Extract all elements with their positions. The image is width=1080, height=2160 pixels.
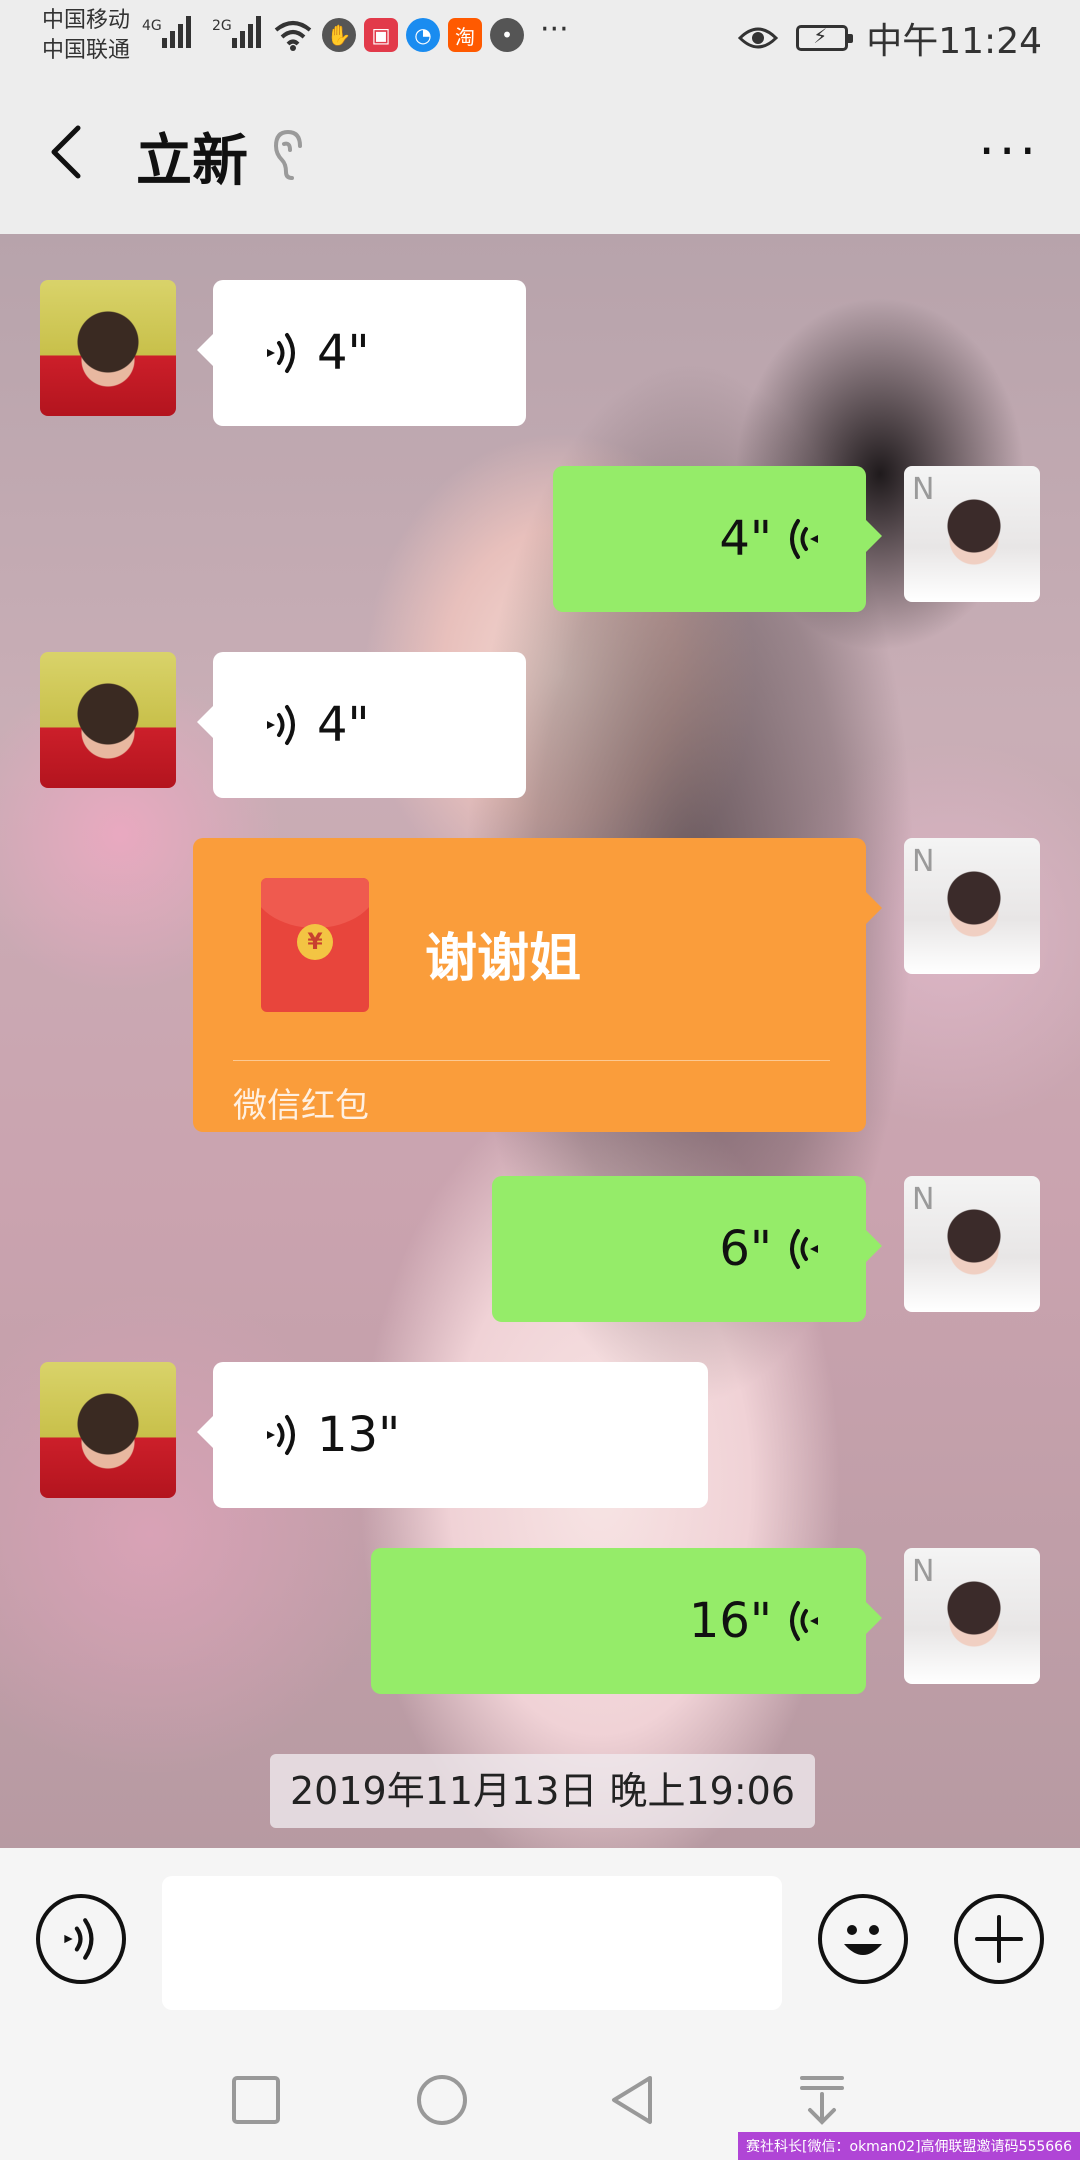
- earpiece-mode-icon: [273, 129, 302, 180]
- more-options-button[interactable]: ···: [978, 126, 1040, 178]
- emoji-button[interactable]: [818, 1894, 908, 1984]
- voice-message[interactable]: 4": [197, 652, 526, 798]
- contact-avatar[interactable]: [40, 1362, 176, 1498]
- voice-input-button[interactable]: [36, 1894, 126, 1984]
- carrier-1: 中国移动: [42, 8, 131, 33]
- chat-area[interactable]: 4" N 4" 4" N ¥ 谢谢姐 微信红包 N 6" 13" N 16" 2…: [0, 234, 1080, 1848]
- voice-icon: [64, 1918, 94, 1960]
- voice-play-icon: [267, 333, 295, 373]
- eye-icon: [738, 27, 779, 49]
- voice-duration: 6": [719, 1221, 772, 1277]
- divider: [233, 1060, 830, 1061]
- self-avatar[interactable]: N: [904, 838, 1040, 974]
- network-type-2: 2G: [212, 18, 232, 34]
- chat-icon: •: [490, 18, 524, 52]
- voice-play-icon: [267, 1415, 295, 1455]
- chat-header: 立新 ···: [0, 72, 1080, 234]
- watermark: 赛社科长[微信：okman02]高佣联盟邀请码555666: [738, 2132, 1080, 2160]
- voice-message[interactable]: 13": [197, 1362, 708, 1508]
- red-packet-message[interactable]: ¥ 谢谢姐 微信红包: [193, 838, 882, 1132]
- signal-icon: [162, 14, 191, 48]
- signal-icon-2: [232, 14, 261, 48]
- red-packet-label: 微信红包: [233, 1086, 369, 1126]
- back-nav-button[interactable]: [604, 2072, 660, 2128]
- voice-duration: 4": [317, 697, 370, 753]
- recent-apps-button[interactable]: [228, 2072, 284, 2128]
- system-nav-bar: 赛社科长[微信：okman02]高佣联盟邀请码555666: [0, 2028, 1080, 2160]
- self-avatar[interactable]: N: [904, 466, 1040, 602]
- browser-icon: ◔: [406, 18, 440, 52]
- self-avatar[interactable]: N: [904, 1548, 1040, 1684]
- voice-duration: 4": [719, 511, 772, 567]
- back-button[interactable]: [40, 122, 100, 182]
- wifi-icon: [274, 21, 312, 51]
- plus-icon: [975, 1915, 1023, 1963]
- message-timestamp: 2019年11月13日 晚上19:06: [270, 1754, 816, 1828]
- status-bar: 中国移动 中国联通 4G 2G ✋ ▣ ◔ 淘 • ··· ⚡ 中午11:24: [0, 0, 1080, 72]
- home-button[interactable]: [414, 2072, 470, 2128]
- red-packet-greeting: 谢谢姐: [425, 929, 582, 989]
- voice-play-icon: [790, 519, 818, 559]
- voice-message[interactable]: 16": [371, 1548, 882, 1694]
- voice-duration: 13": [317, 1407, 401, 1463]
- input-bar: [0, 1848, 1080, 2028]
- contact-avatar[interactable]: [40, 280, 176, 416]
- battery-icon: ⚡: [796, 24, 854, 51]
- voice-duration: 4": [317, 325, 370, 381]
- shop-icon: ▣: [364, 18, 398, 52]
- voice-message[interactable]: 6": [492, 1176, 882, 1322]
- chat-title: 立新: [136, 129, 248, 194]
- voice-play-icon: [267, 705, 295, 745]
- coin-icon: ¥: [297, 924, 333, 960]
- voice-duration: 16": [688, 1593, 772, 1649]
- network-type-1: 4G: [142, 18, 162, 34]
- red-envelope-icon: ¥: [261, 878, 369, 1012]
- more-functions-button[interactable]: [954, 1894, 1044, 1984]
- voice-play-icon: [790, 1601, 818, 1641]
- voice-message[interactable]: 4": [197, 280, 526, 426]
- message-input[interactable]: [162, 1876, 782, 2010]
- gesture-icon: ✋: [322, 18, 356, 52]
- carrier-2: 中国联通: [42, 38, 131, 63]
- smiley-icon: [844, 1925, 882, 1955]
- voice-play-icon: [790, 1229, 818, 1269]
- carrier-info: 中国移动 中国联通: [42, 6, 130, 66]
- more-notifications: ···: [540, 12, 569, 47]
- status-right: ⚡ 中午11:24: [738, 12, 1042, 64]
- self-avatar[interactable]: N: [904, 1176, 1040, 1312]
- contact-avatar[interactable]: [40, 652, 176, 788]
- notification-pull-button[interactable]: [794, 2072, 850, 2128]
- voice-message[interactable]: 4": [553, 466, 882, 612]
- clock: 中午11:24: [866, 21, 1042, 62]
- taobao-icon: 淘: [448, 18, 482, 52]
